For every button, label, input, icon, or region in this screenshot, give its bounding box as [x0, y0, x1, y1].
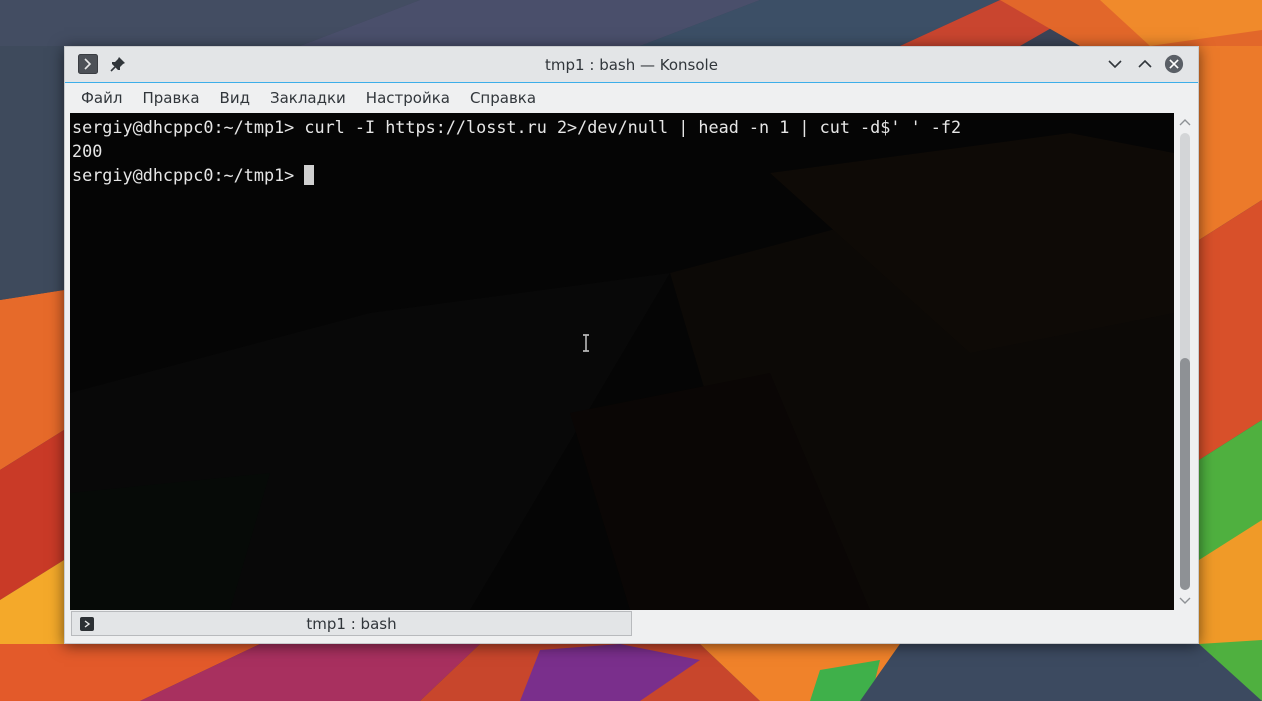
tab-label: tmp1 : bash	[306, 615, 397, 633]
terminal-line: 200	[72, 141, 103, 161]
menu-bookmarks[interactable]: Закладки	[260, 85, 356, 111]
chevron-up-icon[interactable]	[1135, 54, 1155, 74]
ibeam-cursor-icon	[583, 334, 589, 352]
window-title: tmp1 : bash — Konsole	[545, 56, 718, 74]
scroll-track[interactable]	[1180, 133, 1190, 590]
terminal-line: sergiy@dhcppc0:~/tmp1> curl -I https://l…	[72, 117, 962, 137]
terminal-prompt-line: sergiy@dhcppc0:~/tmp1>	[72, 163, 1174, 187]
menu-settings[interactable]: Настройка	[356, 85, 460, 111]
menu-view[interactable]: Вид	[210, 85, 260, 111]
close-icon[interactable]	[1164, 54, 1184, 74]
scroll-thumb[interactable]	[1180, 358, 1190, 590]
tab-bash[interactable]: tmp1 : bash	[71, 611, 632, 636]
menu-bar: Файл Правка Вид Закладки Настройка Справ…	[71, 85, 546, 111]
chevron-down-icon[interactable]	[1105, 54, 1125, 74]
title-bar[interactable]: tmp1 : bash — Konsole	[65, 47, 1198, 83]
menu-file[interactable]: Файл	[71, 85, 132, 111]
terminal-area[interactable]: sergiy@dhcppc0:~/tmp1> curl -I https://l…	[70, 113, 1174, 610]
menu-help[interactable]: Справка	[460, 85, 546, 111]
terminal-prompt: sergiy@dhcppc0:~/tmp1>	[72, 165, 305, 185]
terminal-output: sergiy@dhcppc0:~/tmp1> curl -I https://l…	[72, 115, 1174, 187]
terminal-background	[70, 113, 1174, 610]
vertical-scrollbar[interactable]	[1175, 113, 1195, 610]
text-cursor	[304, 165, 315, 185]
konsole-window: tmp1 : bash — Konsole Файл Правка Вид За…	[64, 46, 1199, 644]
scroll-down-icon[interactable]	[1179, 596, 1191, 606]
menu-edit[interactable]: Правка	[132, 85, 209, 111]
scroll-up-icon[interactable]	[1179, 117, 1191, 127]
